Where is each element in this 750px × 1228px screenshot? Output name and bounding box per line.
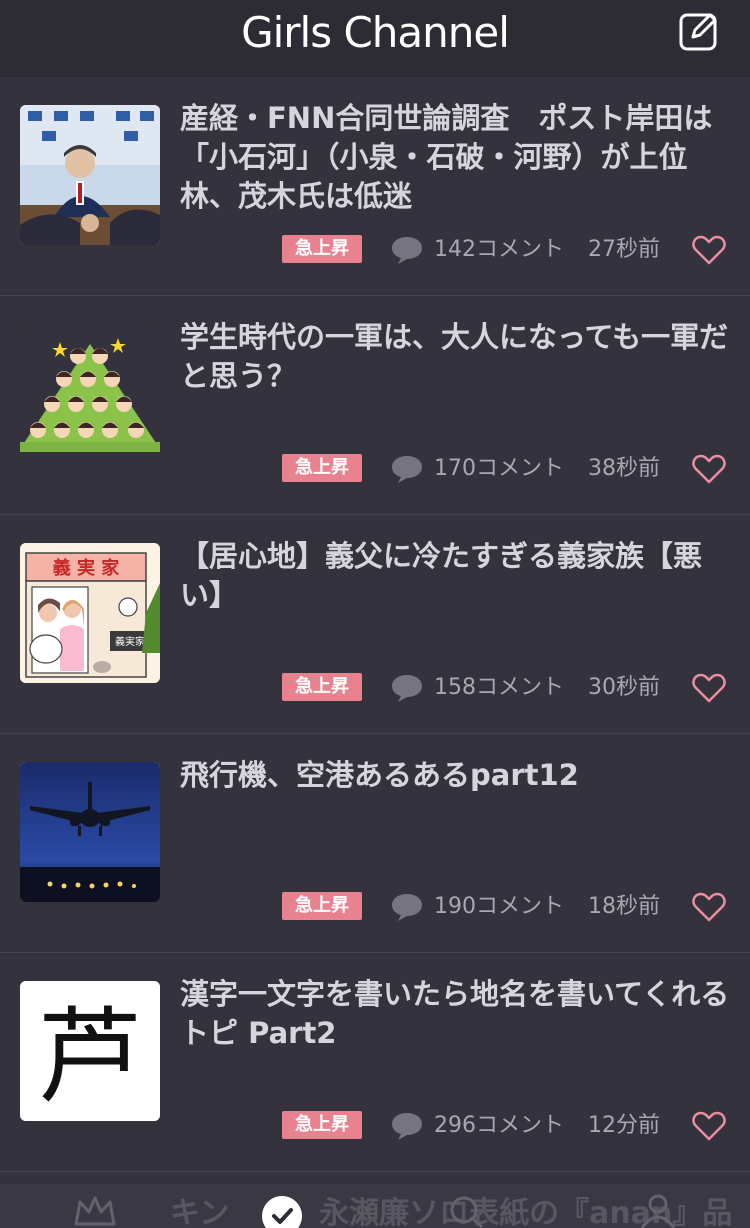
heart-icon[interactable]: [692, 1111, 726, 1141]
compose-icon[interactable]: [678, 10, 720, 52]
topic-title[interactable]: 漢字一文字を書いたら地名を書いてくれるトピ Part2: [180, 975, 730, 1053]
comment-count: 296コメント: [434, 1113, 564, 1138]
topic-meta: 急上昇 170コメント 38秒前: [282, 454, 732, 484]
heart-icon[interactable]: [692, 892, 726, 922]
topic-meta: 急上昇 158コメント 30秒前: [282, 673, 732, 703]
topic-row[interactable]: 義 実 家 義実家 【居心地】義父に冷たすぎる義家族【悪い】 急上昇 158コメ…: [0, 515, 750, 734]
trending-badge: 急上昇: [282, 1111, 362, 1139]
heart-icon[interactable]: [692, 673, 726, 703]
trending-badge: 急上昇: [282, 454, 362, 482]
app-title: Girls Channel: [241, 8, 510, 57]
topic-row[interactable]: 産経・FNN合同世論調査 ポスト岸田は「小石河」（小泉・石破・河野）が上位林、茂…: [0, 77, 750, 296]
topic-title[interactable]: 【居心地】義父に冷たすぎる義家族【悪い】: [180, 537, 730, 615]
post-time: 30秒前: [588, 675, 660, 700]
topic-meta: 急上昇 190コメント 18秒前: [282, 892, 732, 922]
ranking-crown-icon[interactable]: [72, 1194, 118, 1228]
post-time: 27秒前: [588, 237, 660, 262]
heart-icon[interactable]: [692, 235, 726, 265]
topic-title[interactable]: 学生時代の一軍は、大人になっても一軍だと思う？: [180, 318, 730, 396]
topic-row[interactable]: 飛行機、空港あるあるpart12 急上昇 190コメント 18秒前: [0, 734, 750, 953]
trending-badge: 急上昇: [282, 673, 362, 701]
comment-count: 170コメント: [434, 456, 564, 481]
topic-row[interactable]: 学生時代の一軍は、大人になっても一軍だと思う？ 急上昇 170コメント 38秒前: [0, 296, 750, 515]
thumb-plate-text: 義実家: [115, 635, 145, 648]
comment-count: 190コメント: [434, 894, 564, 919]
thumb-sign-text: 義 実 家: [53, 557, 121, 579]
bottom-tab-bar: キン 永瀬廉ソロ表紙の『anan』品: [0, 1184, 750, 1228]
comment-icon: [392, 237, 422, 264]
topic-list: 産経・FNN合同世論調査 ポスト岸田は「小石河」（小泉・石破・河野）が上位林、茂…: [0, 77, 750, 1172]
heart-icon[interactable]: [692, 454, 726, 484]
topic-thumbnail[interactable]: 義 実 家 義実家: [20, 543, 160, 683]
topic-meta: 急上昇 142コメント 27秒前: [282, 235, 732, 265]
topic-title[interactable]: 飛行機、空港あるあるpart12: [180, 756, 730, 795]
post-time: 38秒前: [588, 456, 660, 481]
comment-count: 158コメント: [434, 675, 564, 700]
topic-row[interactable]: 芦 漢字一文字を書いたら地名を書いてくれるトピ Part2 急上昇 296コメン…: [0, 953, 750, 1172]
trending-badge: 急上昇: [282, 892, 362, 920]
topic-thumbnail[interactable]: 芦: [20, 981, 160, 1121]
topic-thumbnail[interactable]: [20, 762, 160, 902]
comment-icon: [392, 894, 422, 921]
topic-thumbnail[interactable]: [20, 105, 160, 245]
comment-icon: [392, 1113, 422, 1140]
post-time: 18秒前: [588, 894, 660, 919]
topic-meta: 急上昇 296コメント 12分前: [282, 1111, 732, 1141]
search-icon[interactable]: [446, 1194, 486, 1228]
topic-title[interactable]: 産経・FNN合同世論調査 ポスト岸田は「小石河」（小泉・石破・河野）が上位林、茂…: [180, 99, 730, 216]
comment-icon: [392, 675, 422, 702]
post-time: 12分前: [588, 1113, 660, 1138]
app-header: Girls Channel: [0, 0, 750, 77]
trending-badge: 急上昇: [282, 235, 362, 263]
app-root: Girls Channel 産経・FNN合同世論調査 ポスト岸田は「小石河」（小…: [0, 0, 750, 1228]
comment-count: 142コメント: [434, 237, 564, 262]
topic-thumbnail[interactable]: [20, 324, 160, 464]
user-icon[interactable]: [638, 1194, 678, 1228]
thumb-kanji: 芦: [38, 996, 142, 1118]
check-icon[interactable]: [262, 1196, 302, 1228]
comment-icon: [392, 456, 422, 483]
